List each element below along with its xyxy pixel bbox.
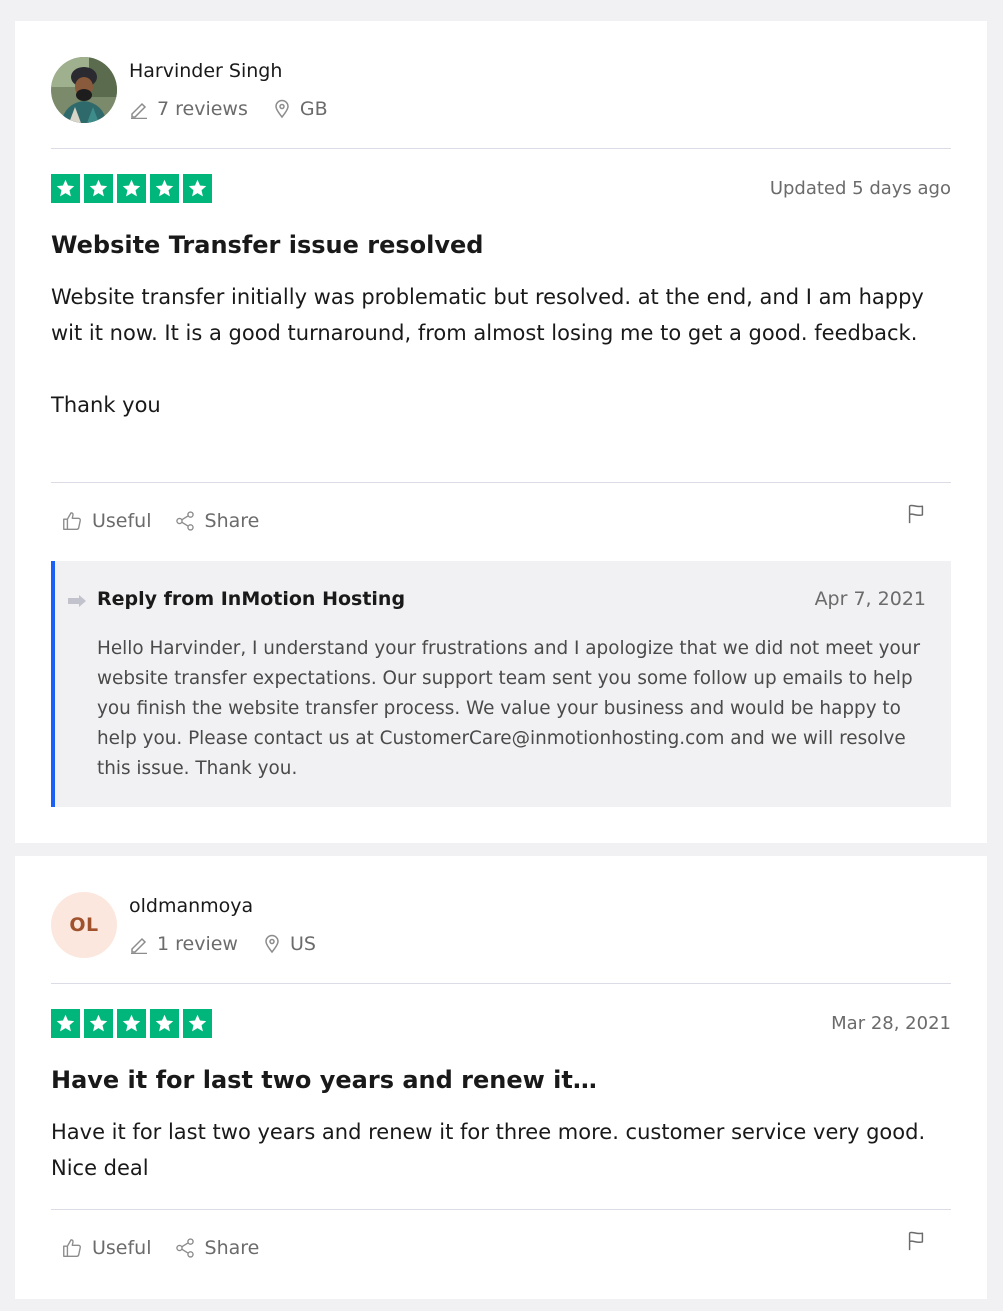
star-icon bbox=[84, 1009, 113, 1038]
star-icon bbox=[117, 174, 146, 203]
share-icon bbox=[175, 511, 194, 531]
consumer-name[interactable]: oldmanmoya bbox=[129, 895, 253, 917]
avatar[interactable] bbox=[51, 57, 117, 123]
star-rating bbox=[51, 1009, 216, 1038]
review-title[interactable]: Have it for last two years and renew it… bbox=[51, 1066, 951, 1094]
useful-label: Useful bbox=[92, 1237, 152, 1259]
review-count: 7 reviews bbox=[129, 98, 248, 120]
useful-button[interactable]: Useful bbox=[61, 510, 152, 532]
avatar-photo bbox=[51, 57, 117, 123]
thumbs-up-icon bbox=[63, 1239, 81, 1257]
review-card: OL oldmanmoya 1 review US Mar 28, 2021 H… bbox=[15, 856, 987, 1299]
consumer-info: OL oldmanmoya 1 review US bbox=[51, 892, 651, 958]
share-button[interactable]: Share bbox=[174, 510, 260, 532]
star-icon bbox=[150, 1009, 179, 1038]
star-rating bbox=[51, 174, 216, 203]
star-icon bbox=[51, 1009, 80, 1038]
share-button[interactable]: Share bbox=[174, 1237, 260, 1259]
reply-date: Apr 7, 2021 bbox=[814, 588, 926, 610]
company-reply: Reply from InMotion Hosting Apr 7, 2021 … bbox=[51, 561, 951, 807]
reply-text: Hello Harvinder, I understand your frust… bbox=[97, 638, 921, 779]
divider bbox=[51, 482, 951, 483]
star-icon bbox=[183, 174, 212, 203]
divider bbox=[51, 148, 951, 149]
pencil-icon bbox=[131, 937, 147, 954]
country-label: GB bbox=[299, 98, 328, 120]
useful-button[interactable]: Useful bbox=[61, 1237, 152, 1259]
star-icon bbox=[150, 174, 179, 203]
divider bbox=[51, 983, 951, 984]
review-paragraph: Thank you bbox=[51, 393, 161, 417]
consumer-meta: 7 reviews GB bbox=[129, 97, 352, 121]
divider bbox=[51, 1209, 951, 1210]
consumer-info: Harvinder Singh 7 reviews GB bbox=[51, 57, 651, 123]
avatar[interactable]: OL bbox=[51, 892, 117, 958]
reply-arrow-icon bbox=[68, 595, 86, 607]
review-date: Mar 28, 2021 bbox=[831, 1013, 951, 1034]
flag-icon bbox=[908, 1231, 924, 1251]
review-date: Updated 5 days ago bbox=[769, 178, 951, 199]
location-pin-icon bbox=[275, 99, 289, 119]
pencil-icon bbox=[131, 102, 147, 119]
review-body: Website transfer initially was problemat… bbox=[51, 279, 957, 423]
review-paragraph: Have it for last two years and renew it … bbox=[51, 1120, 926, 1180]
country-label: US bbox=[289, 933, 316, 955]
thumbs-up-icon bbox=[63, 512, 81, 530]
consumer-location: GB bbox=[272, 98, 328, 120]
review-body: Have it for last two years and renew it … bbox=[51, 1114, 957, 1186]
review-count-label: 1 review bbox=[157, 933, 238, 955]
review-title[interactable]: Website Transfer issue resolved bbox=[51, 231, 951, 259]
review-card: Harvinder Singh 7 reviews GB Updated 5 d… bbox=[15, 21, 987, 843]
share-label: Share bbox=[204, 510, 260, 532]
consumer-meta: 1 review US bbox=[129, 932, 340, 956]
reply-from: Reply from InMotion Hosting bbox=[97, 588, 406, 610]
consumer-location: US bbox=[262, 933, 316, 955]
star-icon bbox=[51, 174, 80, 203]
share-icon bbox=[175, 1238, 194, 1258]
star-icon bbox=[84, 174, 113, 203]
flag-icon bbox=[908, 504, 924, 524]
location-pin-icon bbox=[265, 934, 279, 954]
review-count: 1 review bbox=[129, 933, 238, 955]
review-paragraph: Website transfer initially was problemat… bbox=[51, 285, 924, 345]
consumer-name[interactable]: Harvinder Singh bbox=[129, 60, 282, 82]
share-label: Share bbox=[204, 1237, 260, 1259]
star-icon bbox=[183, 1009, 212, 1038]
review-actions: Useful Share bbox=[61, 510, 281, 532]
useful-label: Useful bbox=[92, 510, 152, 532]
flag-button[interactable] bbox=[905, 503, 927, 529]
review-count-label: 7 reviews bbox=[157, 98, 248, 120]
review-actions: Useful Share bbox=[61, 1237, 281, 1259]
star-icon bbox=[117, 1009, 146, 1038]
flag-button[interactable] bbox=[905, 1230, 927, 1256]
